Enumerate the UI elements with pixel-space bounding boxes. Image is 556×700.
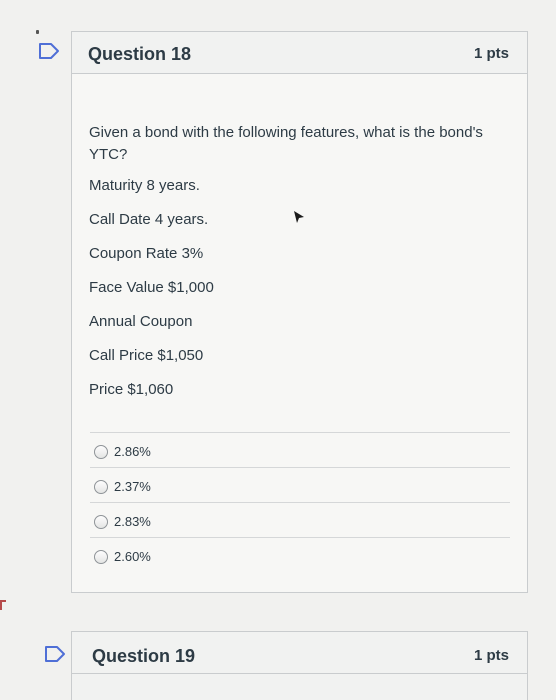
- question-card: Question 18 1 pts Given a bond with the …: [71, 31, 528, 593]
- feature-call-date: Call Date 4 years.: [89, 211, 209, 228]
- mouse-cursor-icon: [294, 211, 304, 223]
- flag-question-icon[interactable]: [38, 42, 60, 60]
- answer-option[interactable]: 2.60%: [90, 537, 510, 573]
- question-points: 1 pts: [473, 45, 509, 62]
- feature-price: Price $1,060: [89, 381, 174, 398]
- radio-button[interactable]: [94, 445, 108, 459]
- answer-option[interactable]: 2.37%: [90, 467, 510, 503]
- question-prompt: Given a bond with the following features…: [89, 124, 483, 163]
- question-header: Question 19 1 pts: [72, 632, 527, 674]
- answer-option[interactable]: 2.83%: [90, 502, 510, 538]
- question-title: Question 18: [88, 44, 192, 64]
- feature-coupon-rate: Coupon Rate 3%: [89, 245, 204, 262]
- answer-label[interactable]: 2.83%: [114, 514, 151, 529]
- radio-button[interactable]: [94, 480, 108, 494]
- answer-label[interactable]: 2.86%: [114, 444, 151, 459]
- feature-call-price: Call Price $1,050: [89, 347, 204, 364]
- edge-artifact: [0, 600, 6, 610]
- question-title: Question 19: [92, 646, 196, 666]
- feature-annual-coupon: Annual Coupon: [89, 313, 193, 330]
- radio-button[interactable]: [94, 550, 108, 564]
- feature-face-value: Face Value $1,000: [89, 279, 214, 296]
- question-card-next: Question 19 1 pts: [71, 631, 528, 700]
- answer-option[interactable]: 2.86%: [90, 432, 510, 468]
- question-header: Question 18 1 pts: [72, 32, 527, 74]
- radio-button[interactable]: [94, 515, 108, 529]
- answer-label[interactable]: 2.37%: [114, 479, 151, 494]
- answer-label[interactable]: 2.60%: [114, 549, 151, 564]
- feature-maturity: Maturity 8 years.: [89, 177, 200, 194]
- flag-question-icon[interactable]: [44, 645, 66, 663]
- question-points: 1 pts: [473, 647, 509, 664]
- edge-artifact: [36, 30, 39, 34]
